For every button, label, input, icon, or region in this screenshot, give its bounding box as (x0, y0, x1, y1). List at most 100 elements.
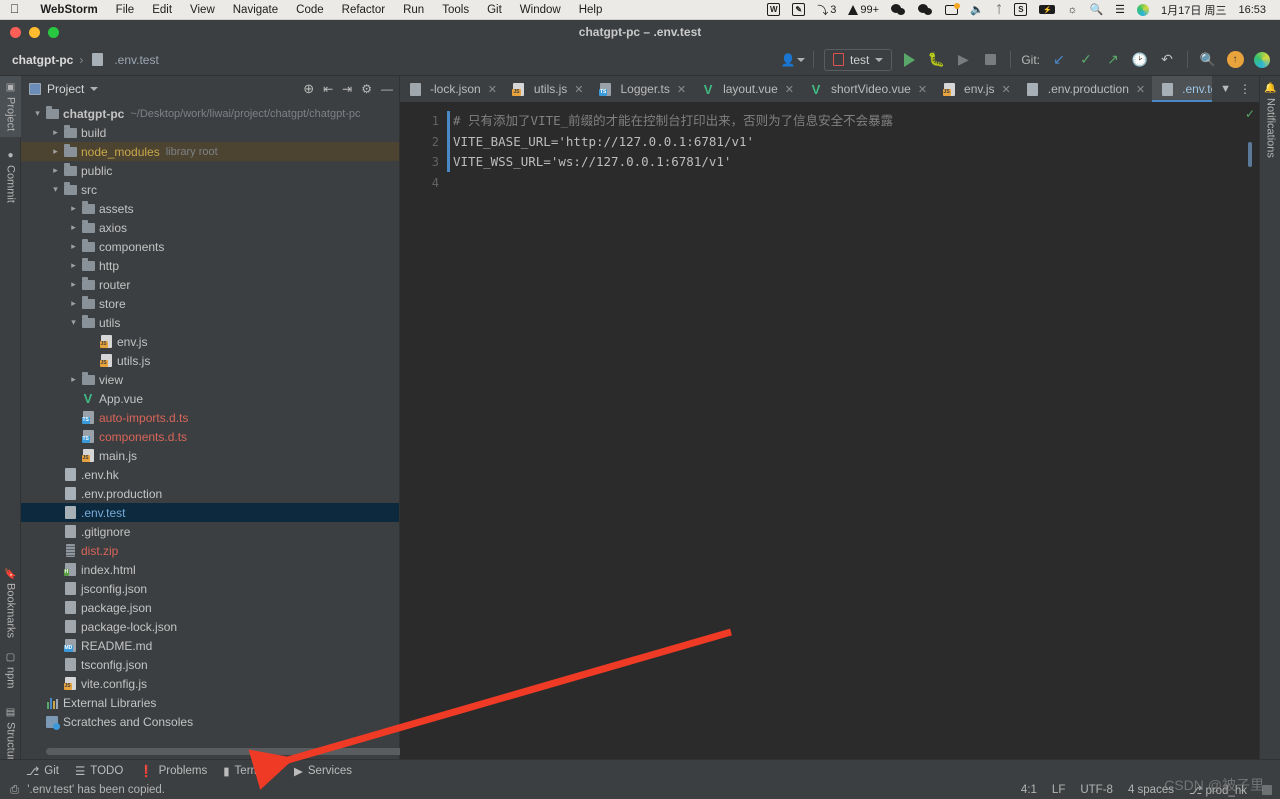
tree-row[interactable]: External Libraries (21, 693, 399, 712)
git-push-icon[interactable]: ↗ (1103, 50, 1123, 70)
git-update-project-icon[interactable]: ↙ (1049, 50, 1069, 70)
tree-expander-open[interactable]: ▾ (67, 317, 80, 328)
menu-item-window[interactable]: Window (511, 4, 570, 16)
tree-row[interactable]: dist.zip (21, 541, 399, 560)
tree-row[interactable]: ▾ chatgpt-pc ~/Desktop/work/liwai/project/… (21, 104, 399, 123)
close-tab-icon[interactable]: ✕ (918, 83, 927, 96)
editor-tab[interactable]: .env.production ✕ (1018, 76, 1152, 102)
close-tab-icon[interactable]: ✕ (677, 83, 686, 96)
sidebar-item-project[interactable]: ▣ Project (0, 76, 21, 138)
menu-item-git[interactable]: Git (478, 4, 511, 16)
close-tab-icon[interactable]: ✕ (488, 83, 497, 96)
notifications-icon[interactable]: 99+ (842, 4, 885, 16)
git-rollback-icon[interactable]: ↶ (1157, 50, 1177, 70)
menu-item-refactor[interactable]: Refactor (333, 4, 394, 16)
tree-row[interactable]: jsconfig.json (21, 579, 399, 598)
sidebar-item-bookmarks[interactable]: 🔖 Bookmarks (0, 561, 21, 644)
menu-item-webstorm[interactable]: WebStorm (31, 4, 106, 16)
search-everywhere-icon[interactable]: 🔍 (1198, 50, 1218, 70)
tree-row[interactable]: tsconfig.json (21, 655, 399, 674)
tree-row[interactable]: ▸ build (21, 123, 399, 142)
tree-row[interactable]: .gitignore (21, 522, 399, 541)
ai-assistant-icon[interactable] (1252, 50, 1272, 70)
editor-tab[interactable]: Vlayout.vue ✕ (693, 76, 801, 102)
battery-charging-icon[interactable]: ⚡ (1033, 5, 1061, 14)
expand-all-icon[interactable]: ⇤ (323, 82, 333, 96)
editor-tab[interactable]: .env.test✕ (1152, 76, 1213, 102)
volume-icon[interactable]: 🔈 (964, 3, 990, 16)
editor-scrollbar-thumb[interactable] (1248, 142, 1252, 167)
stop-button[interactable] (980, 50, 1000, 70)
minimize-window-button[interactable] (29, 26, 40, 38)
close-tab-icon[interactable]: ✕ (574, 83, 583, 96)
tree-row[interactable]: ▸ router (21, 275, 399, 294)
close-tab-icon[interactable]: ✕ (1002, 83, 1011, 96)
tree-row[interactable]: ▸ public (21, 161, 399, 180)
spotlight-icon[interactable]: 🔍 (1083, 3, 1109, 16)
tree-row[interactable]: Scratches and Consoles (21, 712, 399, 731)
editor-tab[interactable]: TS Logger.ts ✕ (590, 76, 693, 102)
tree-row[interactable]: TS components.d.ts (21, 427, 399, 446)
tree-expander-closed[interactable]: ▸ (67, 203, 80, 214)
tree-row[interactable]: ▸ axios (21, 218, 399, 237)
tree-row[interactable]: TS auto-imports.d.ts (21, 408, 399, 427)
file-encoding[interactable]: UTF-8 (1080, 784, 1113, 796)
close-window-button[interactable] (10, 26, 21, 38)
editor-tab[interactable]: JS utils.js ✕ (504, 76, 591, 102)
menu-item-view[interactable]: View (181, 4, 224, 16)
tree-row[interactable]: ▾ utils (21, 313, 399, 332)
control-center-icon[interactable]: ☰ (1109, 3, 1131, 16)
ide-update-icon[interactable]: ↑ (1225, 50, 1245, 70)
tree-expander-closed[interactable]: ▸ (67, 298, 80, 309)
tree-expander-open[interactable]: ▾ (49, 184, 62, 195)
tree-expander-closed[interactable]: ▸ (67, 279, 80, 290)
tree-expander-closed[interactable]: ▸ (67, 374, 80, 385)
menu-item-tools[interactable]: Tools (433, 4, 478, 16)
downloads-icon[interactable]: ⤵ 3 (811, 2, 842, 18)
project-horizontal-scrollbar[interactable] (46, 748, 416, 755)
close-tab-icon[interactable]: ✕ (785, 83, 794, 96)
line-separator[interactable]: LF (1052, 784, 1065, 796)
settings-gear-icon[interactable]: ⚙ (361, 82, 372, 96)
git-branch-status[interactable]: ⎇ prod_hk (1189, 783, 1247, 797)
chevron-down-icon[interactable]: ▼ (1220, 83, 1231, 95)
git-commit-icon[interactable]: ✓ (1076, 50, 1096, 70)
menu-item-help[interactable]: Help (570, 4, 612, 16)
editor-tab[interactable]: -lock.json ✕ (400, 76, 504, 102)
menu-item-edit[interactable]: Edit (143, 4, 181, 16)
maximize-window-button[interactable] (48, 26, 59, 38)
menu-item-navigate[interactable]: Navigate (224, 4, 287, 16)
debug-button[interactable]: 🐛 (926, 50, 946, 70)
close-tab-icon[interactable]: ✕ (1136, 83, 1145, 96)
tree-row[interactable]: JS utils.js (21, 351, 399, 370)
indent-setting[interactable]: 4 spaces (1128, 784, 1174, 796)
snipaste-icon[interactable]: S (1008, 3, 1033, 16)
tree-row[interactable]: package-lock.json (21, 617, 399, 636)
wechat-work-icon[interactable] (912, 3, 939, 16)
tree-row[interactable]: JS env.js (21, 332, 399, 351)
project-file-tree[interactable]: ▾ chatgpt-pc ~/Desktop/work/liwai/project/… (21, 102, 399, 759)
apple-logo-icon[interactable]:  (0, 3, 31, 16)
tree-expander-closed[interactable]: ▸ (49, 146, 62, 157)
pen-icon[interactable]: ✎ (786, 3, 811, 16)
editor-tab[interactable]: JS env.js ✕ (934, 76, 1018, 102)
breadcrumb-file[interactable]: .env.test (114, 53, 158, 67)
bottom-item-problems[interactable]: ❗ Problems (139, 764, 207, 778)
tree-row[interactable]: JS main.js (21, 446, 399, 465)
run-configuration-selector[interactable]: test (823, 48, 893, 71)
bottom-item-terminal[interactable]: ▮ Terminal (223, 764, 278, 778)
tree-expander-closed[interactable]: ▸ (67, 260, 80, 271)
run-with-coverage-button[interactable]: ▶ (953, 50, 973, 70)
project-view-dropdown-icon[interactable] (90, 87, 99, 91)
tree-expander-open[interactable]: ▾ (31, 108, 44, 119)
tree-expander-closed[interactable]: ▸ (49, 127, 62, 138)
tree-row[interactable]: .env.hk (21, 465, 399, 484)
tree-row[interactable]: .env.production (21, 484, 399, 503)
bottom-item-git[interactable]: ⎇ Git (26, 764, 59, 778)
menu-item-code[interactable]: Code (287, 4, 333, 16)
tree-row[interactable]: Hindex.html (21, 560, 399, 579)
tree-row[interactable]: ▾ src (21, 180, 399, 199)
user-account-icon[interactable]: 👤 (781, 50, 806, 70)
tree-expander-closed[interactable]: ▸ (67, 241, 80, 252)
minimize-icon[interactable]: — (381, 82, 393, 96)
